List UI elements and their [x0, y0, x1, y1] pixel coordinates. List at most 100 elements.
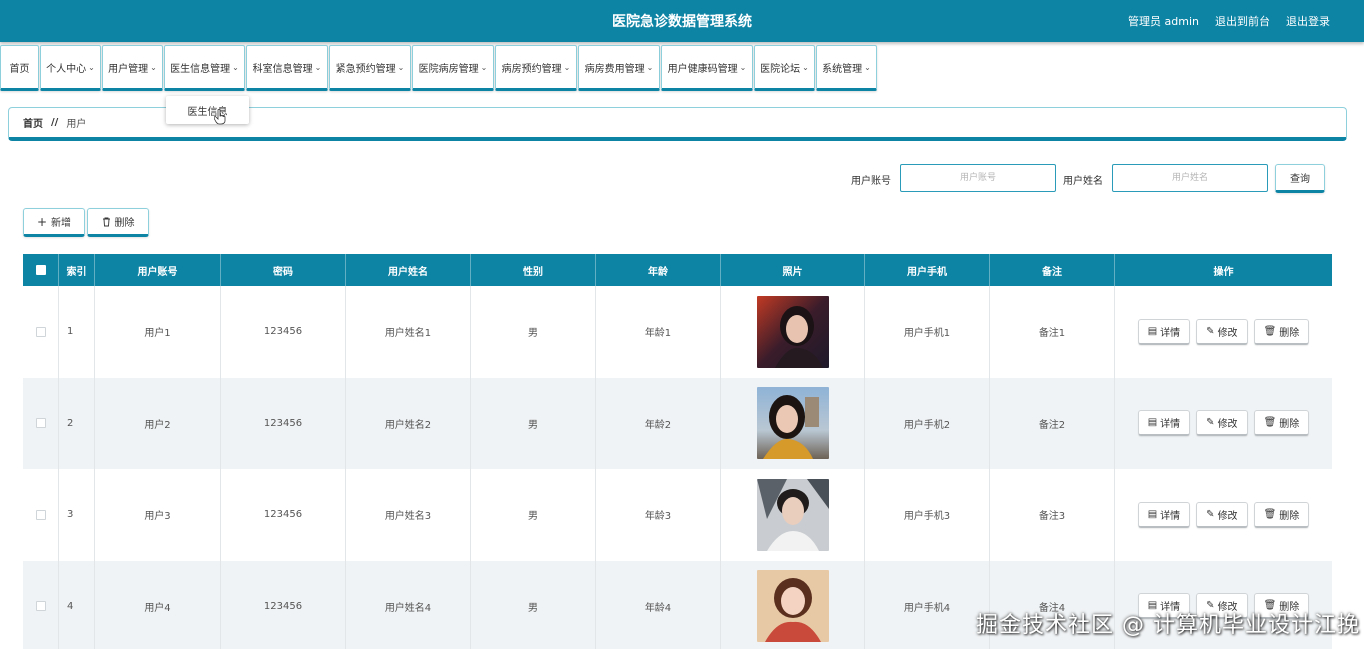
detail-button[interactable]: ▤ 详情 — [1137, 410, 1191, 437]
nav-item-department-management[interactable]: 科室信息管理 ⌄ — [246, 45, 328, 91]
user-photo[interactable] — [756, 295, 829, 368]
nav-item-personal-center[interactable]: 个人中心 ⌄ — [40, 45, 101, 91]
cell-actions: ▤ 详情 ✎ 修改 🗑 删除 — [1115, 469, 1332, 561]
row-checkbox[interactable] — [35, 509, 46, 520]
user-photo[interactable] — [756, 570, 829, 643]
cell-account: 用户3 — [95, 469, 221, 561]
cell-phone: 用户手机4 — [865, 560, 990, 649]
nav-label: 紧急预约管理 — [335, 63, 396, 75]
chevron-down-icon: ⌄ — [150, 62, 157, 72]
dropdown-item-doctor-info[interactable]: 医生信息 — [166, 96, 249, 124]
cell-index: 2 — [59, 377, 95, 469]
select-all-cell — [23, 254, 59, 286]
pencil-icon: ✎ — [1206, 325, 1215, 337]
table-row: 1 用户1 123456 用户姓名1 男 年龄1 用户手机1 备注1 ▤ 详情 ✎… — [23, 286, 1332, 378]
admin-user-label: 管理员 admin — [1128, 15, 1199, 28]
row-select-cell — [23, 560, 59, 649]
nav-label: 科室信息管理 — [252, 63, 313, 75]
user-photo[interactable] — [756, 387, 829, 460]
cell-name: 用户姓名3 — [346, 469, 471, 561]
cell-age: 年龄1 — [596, 286, 721, 378]
table-row: 2 用户2 123456 用户姓名2 男 年龄2 用户手机2 备注2 ▤ 详情 ✎… — [23, 377, 1332, 469]
nav-label: 医院论坛 — [760, 63, 801, 75]
cell-gender: 男 — [471, 286, 596, 378]
cell-index: 3 — [59, 469, 95, 561]
nav-item-forum[interactable]: 医院论坛 ⌄ — [754, 45, 815, 91]
cell-password: 123456 — [221, 377, 346, 469]
delete-label: 删除 — [1279, 510, 1300, 522]
pencil-icon: ✎ — [1206, 417, 1215, 429]
cell-gender: 男 — [471, 377, 596, 469]
col-header-name: 用户姓名 — [346, 254, 471, 286]
select-all-checkbox[interactable] — [35, 265, 46, 275]
row-select-cell — [23, 469, 59, 561]
delete-selected-button[interactable]: 删除 — [87, 208, 149, 237]
nav-item-health-code[interactable]: 用户健康码管理 ⌄ — [661, 45, 753, 91]
col-header-actions: 操作 — [1213, 266, 1234, 278]
nav-item-ward-appointment[interactable]: 病房预约管理 ⌄ — [495, 45, 577, 91]
edit-button[interactable]: ✎ 修改 — [1196, 410, 1248, 437]
cell-photo — [721, 560, 865, 649]
logout-link[interactable]: 退出登录 — [1286, 13, 1330, 29]
delete-label: 删除 — [1279, 327, 1300, 339]
add-button[interactable]: + 新增 — [23, 208, 85, 237]
cell-password: 123456 — [221, 560, 346, 649]
query-button[interactable]: 查询 — [1275, 164, 1325, 193]
row-checkbox[interactable] — [35, 601, 46, 612]
nav-label: 医生信息管理 — [170, 63, 231, 75]
nav-item-doctor-management[interactable]: 医生信息管理 ⌄ — [164, 45, 245, 91]
document-icon: ▤ — [1147, 417, 1158, 429]
nav-item-home[interactable]: 首页 — [0, 45, 39, 91]
cell-gender: 男 — [471, 560, 596, 649]
name-search-label: 用户姓名 — [1063, 176, 1103, 187]
breadcrumb-home[interactable]: 首页 — [23, 115, 43, 130]
row-checkbox[interactable] — [35, 418, 46, 429]
cell-note: 备注3 — [990, 469, 1115, 561]
delete-button[interactable]: 🗑 删除 — [1253, 501, 1310, 528]
edit-button[interactable]: ✎ 修改 — [1196, 501, 1248, 528]
detail-button[interactable]: ▤ 详情 — [1137, 318, 1191, 345]
table-header: 索引 用户账号 密码 用户姓名 性别 年龄 照片 用户手机 备注 操作 — [23, 254, 1332, 286]
nav-label: 病房预约管理 — [501, 63, 562, 75]
col-header-account: 用户账号 — [95, 254, 221, 286]
delete-button[interactable]: 🗑 删除 — [1253, 410, 1310, 437]
chevron-down-icon: ⌄ — [232, 62, 239, 72]
nav-item-emergency-appointment[interactable]: 紧急预约管理 ⌄ — [329, 45, 411, 91]
nav-item-ward-management[interactable]: 医院病房管理 ⌄ — [412, 45, 494, 91]
cell-password: 123456 — [221, 469, 346, 561]
header-links: 管理员 admin 退出到前台 退出登录 — [1128, 13, 1330, 29]
name-search-input[interactable] — [1112, 164, 1268, 192]
user-photo[interactable] — [756, 478, 829, 551]
nav-item-user-management[interactable]: 用户管理 ⌄ — [102, 45, 163, 91]
pencil-icon: ✎ — [1206, 508, 1215, 520]
row-checkbox[interactable] — [35, 326, 46, 337]
edit-button[interactable]: ✎ 修改 — [1196, 318, 1248, 345]
chevron-down-icon: ⌄ — [739, 62, 747, 72]
nav-label: 首页 — [9, 63, 30, 75]
add-button-label: 新增 — [51, 218, 72, 229]
nav-item-ward-fees[interactable]: 病房费用管理 ⌄ — [578, 45, 660, 91]
col-header-phone: 用户手机 — [865, 254, 990, 286]
cell-index: 4 — [59, 560, 95, 649]
cell-name: 用户姓名2 — [346, 377, 471, 469]
trash-icon: 🗑 — [1263, 325, 1277, 337]
col-header-index: 索引 — [59, 254, 95, 286]
detail-button[interactable]: ▤ 详情 — [1137, 501, 1191, 528]
cell-gender: 男 — [471, 469, 596, 561]
nav-item-system[interactable]: 系统管理 ⌄ — [816, 45, 877, 91]
trash-icon: 🗑 — [1263, 508, 1277, 520]
document-icon: ▤ — [1147, 508, 1158, 520]
cell-age: 年龄3 — [596, 469, 721, 561]
delete-button[interactable]: 🗑 删除 — [1253, 318, 1310, 345]
row-select-cell — [23, 286, 59, 378]
document-icon: ▤ — [1147, 325, 1158, 337]
nav-label: 个人中心 — [46, 63, 87, 75]
detail-label: 详情 — [1160, 327, 1181, 339]
back-to-frontend-link[interactable]: 退出到前台 — [1215, 13, 1270, 29]
trash-icon — [102, 217, 110, 226]
account-search-input[interactable] — [900, 164, 1056, 192]
chevron-down-icon: ⌄ — [88, 62, 95, 72]
row-select-cell — [23, 377, 59, 469]
cell-phone: 用户手机3 — [865, 469, 990, 561]
nav-label: 病房费用管理 — [584, 63, 645, 75]
